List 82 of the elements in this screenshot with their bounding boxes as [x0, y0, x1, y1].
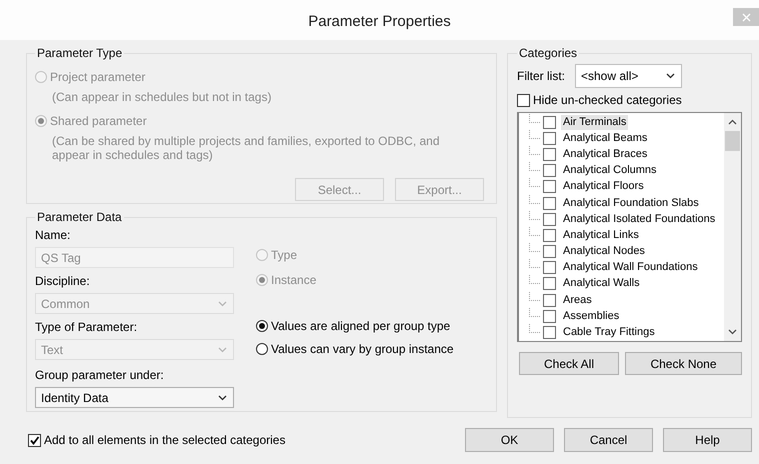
- checkbox[interactable]: [543, 180, 556, 194]
- tree-line: [529, 292, 540, 301]
- list-item[interactable]: Analytical Floors: [561, 179, 646, 194]
- tree-line: [529, 194, 540, 204]
- field-label: Group parameter under:: [35, 368, 165, 384]
- checkbox[interactable]: [28, 434, 41, 446]
- tree-line: [529, 308, 540, 317]
- tree-line: [529, 275, 540, 284]
- list-item[interactable]: Air Terminals: [561, 114, 628, 130]
- scrollbar-thumb[interactable]: [725, 131, 740, 151]
- checkmark-icon: [29, 434, 40, 446]
- chevron-down-icon: [218, 300, 227, 306]
- radio-label: Type: [271, 248, 298, 262]
- option-description: (Can appear in schedules but not in tags): [52, 90, 272, 104]
- checkbox-label: Add to all elements in the selected categories: [44, 433, 286, 447]
- checkbox[interactable]: [543, 164, 556, 178]
- tree-line: [529, 226, 540, 236]
- chevron-down-icon: [218, 346, 227, 352]
- radio-label: Project parameter: [50, 70, 146, 84]
- option-description: (Can be shared by multiple projects and families, exported to ODBC, and appear in schedules and tags): [52, 134, 441, 162]
- tree-line: [529, 259, 540, 268]
- scrollbar[interactable]: [724, 113, 741, 341]
- field-label: Discipline:: [35, 274, 91, 290]
- checkbox[interactable]: [543, 148, 556, 161]
- checkbox[interactable]: [543, 326, 556, 340]
- group-label: Categories: [518, 46, 578, 60]
- list-item[interactable]: Analytical Isolated Foundations: [561, 212, 718, 227]
- radio-label: Values are aligned per group type: [271, 319, 450, 333]
- list-item[interactable]: Analytical Foundation Slabs: [561, 196, 701, 211]
- list-item[interactable]: Analytical Columns: [561, 163, 659, 178]
- dropdown[interactable]: Identity Data: [35, 387, 234, 408]
- tree-line: [529, 162, 540, 172]
- checkbox[interactable]: [543, 261, 556, 274]
- field-label: Filter list:: [517, 69, 565, 83]
- check-all-button[interactable]: Check All: [519, 352, 619, 375]
- cancel-button[interactable]: Cancel: [564, 428, 653, 452]
- list-item[interactable]: Analytical Beams: [561, 130, 650, 146]
- radio-label: Values can vary by group instance: [271, 342, 454, 356]
- tree-line: [529, 178, 540, 188]
- list-item[interactable]: Areas: [561, 292, 594, 308]
- field-label: Name:: [35, 228, 72, 244]
- radio-button[interactable]: [256, 320, 268, 332]
- tree-line: [529, 324, 540, 334]
- checkbox[interactable]: [543, 116, 556, 129]
- tree-line: [529, 243, 540, 252]
- group-label: Parameter Data: [36, 210, 123, 224]
- filter-dropdown[interactable]: <show all>: [575, 64, 682, 88]
- radio-label: Instance: [271, 273, 316, 287]
- checkbox[interactable]: [543, 245, 556, 258]
- checkbox[interactable]: [543, 132, 556, 145]
- scroll-down-icon: [728, 329, 737, 335]
- tree-line: [529, 114, 540, 123]
- tree-line: [529, 146, 540, 155]
- chevron-down-icon: [666, 73, 675, 79]
- list-item[interactable]: Cable Tray Fittings: [561, 325, 657, 340]
- radio-button[interactable]: [256, 343, 268, 355]
- scroll-up-icon: [728, 119, 737, 125]
- checkbox[interactable]: [543, 196, 556, 210]
- tree-line: [529, 130, 540, 139]
- radio-label: Shared parameter: [50, 114, 147, 128]
- chevron-down-icon: [218, 394, 227, 400]
- group-label: Parameter Type: [36, 46, 124, 60]
- list-item[interactable]: Analytical Wall Foundations: [561, 260, 700, 276]
- list-item[interactable]: Analytical Links: [561, 228, 641, 243]
- checkbox[interactable]: [543, 277, 556, 290]
- checkbox[interactable]: [543, 294, 556, 307]
- field-label: Type of Parameter:: [35, 320, 138, 336]
- checkbox[interactable]: [517, 94, 530, 106]
- window-title: Parameter Properties: [308, 12, 451, 30]
- tree-line: [529, 210, 540, 220]
- close-icon: [742, 12, 750, 22]
- list-item[interactable]: Analytical Braces: [561, 146, 650, 162]
- checkbox[interactable]: [543, 228, 556, 242]
- help-button[interactable]: Help: [663, 428, 752, 452]
- checkbox-label: Hide un-checked categories: [533, 93, 682, 107]
- list-item[interactable]: Analytical Nodes: [561, 244, 647, 260]
- ok-button[interactable]: OK: [465, 428, 554, 452]
- check-none-button[interactable]: Check None: [625, 352, 742, 375]
- list-item[interactable]: Assemblies: [561, 308, 622, 324]
- list-item[interactable]: Analytical Walls: [561, 276, 642, 292]
- checkbox[interactable]: [543, 310, 556, 323]
- checkbox[interactable]: [543, 212, 556, 226]
